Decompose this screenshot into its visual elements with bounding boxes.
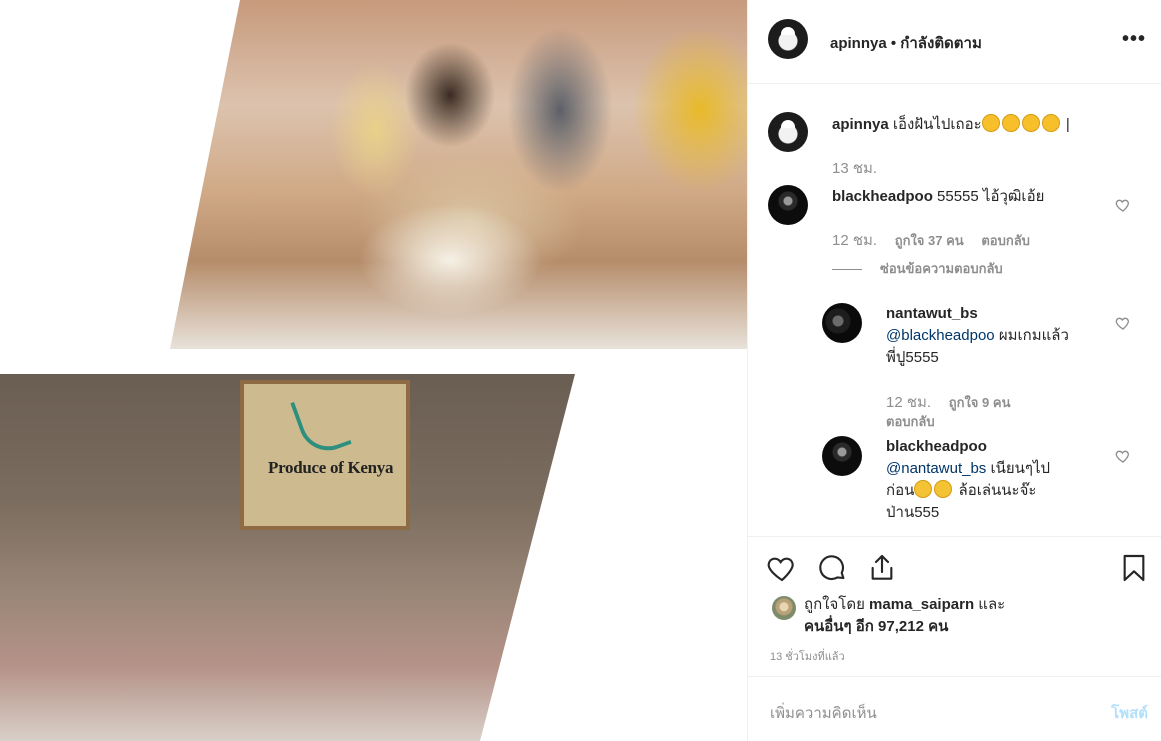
comment-username[interactable]: blackheadpoo xyxy=(832,188,933,205)
reply-body-line1: ผมเกมแล้ว xyxy=(998,327,1069,344)
share-icon[interactable] xyxy=(866,552,898,584)
post-header: apinnya • กำลังติดตาม ••• xyxy=(748,0,1161,84)
likes-and: และ xyxy=(978,596,1006,613)
author-line: apinnya • กำลังติดตาม xyxy=(830,31,982,55)
reply-avatar[interactable] xyxy=(822,436,862,476)
liker-username[interactable]: mama_saiparn xyxy=(869,596,974,613)
comment-like-heart-icon[interactable] xyxy=(1115,197,1131,213)
wedding-photo xyxy=(170,0,747,349)
rofl-emoji-icon xyxy=(1041,114,1060,132)
reply-time[interactable]: 12 ชม. xyxy=(886,394,931,411)
caption-time[interactable]: 13 ชม. xyxy=(832,156,877,180)
comments-list[interactable]: apinnya เอ็งฝันไปเถอะ | 13 ชม. blackhead… xyxy=(748,85,1161,535)
reply-username[interactable]: blackheadpoo xyxy=(886,436,1116,458)
likes-others[interactable]: คนอื่นๆ อีก 97,212 คน xyxy=(804,616,1005,638)
reply-reply-button[interactable]: ตอบกลับ xyxy=(886,411,935,432)
post-media[interactable]: Produce of Kenya xyxy=(0,0,747,741)
comment-time[interactable]: 12 ชม. xyxy=(832,232,877,249)
reply-body-line1: เนียนๆไป xyxy=(990,460,1051,477)
reply-reply-label[interactable]: ตอบกลับ xyxy=(886,414,935,429)
reply-like-heart-icon[interactable] xyxy=(1115,448,1131,464)
divider-line xyxy=(832,269,862,271)
post-button[interactable]: โพสต์ xyxy=(1111,701,1148,725)
hide-replies-label[interactable]: ซ่อนข้อความตอบกลับ xyxy=(880,261,1003,276)
reply-body-line2: พี่ปู5555 xyxy=(886,349,939,366)
likes-prefix: ถูกใจโดย xyxy=(804,596,865,613)
rofl-emoji-icon xyxy=(1001,114,1020,132)
comment-avatar[interactable] xyxy=(768,185,808,225)
reply-mention[interactable]: @nantawut_bs xyxy=(886,460,986,477)
caption-body: เอ็งฝันไปเถอะ xyxy=(892,116,982,133)
author-avatar[interactable] xyxy=(768,19,808,59)
rofl-emoji-icon xyxy=(981,114,1000,132)
comment-icon[interactable] xyxy=(816,552,848,584)
reply-body-prefix: ก่อน xyxy=(886,482,915,499)
comment-likes[interactable]: ถูกใจ 37 คน xyxy=(895,233,964,248)
comment-body: 55555 ไอ้วุฒิเอ้ย xyxy=(937,188,1045,205)
reply-body-suffix: ล้อเล่นนะจ๊ะ xyxy=(958,482,1037,499)
reply-body-line3: ป่าน555 xyxy=(886,504,940,521)
likes-summary: ถูกใจโดย mama_saiparn และ คนอื่นๆ อีก 97… xyxy=(804,594,1005,638)
map-label: Produce of Kenya xyxy=(268,458,394,477)
author-username[interactable]: apinnya xyxy=(830,35,887,52)
hide-replies-button[interactable]: ซ่อนข้อความตอบกลับ xyxy=(832,258,1003,279)
bookmark-icon[interactable] xyxy=(1118,552,1150,584)
reply-text: nantawut_bs @blackheadpoo ผมเกมแล้ว พี่ป… xyxy=(886,303,1116,369)
comment-meta: 12 ชม. ถูกใจ 37 คน ตอบกลับ xyxy=(832,228,1030,252)
reply-avatar[interactable] xyxy=(822,303,862,343)
caption-trailing: | xyxy=(1065,116,1070,133)
follow-state-button[interactable]: กำลังติดตาม xyxy=(900,35,982,52)
heart-icon[interactable] xyxy=(766,552,798,584)
comment-input[interactable]: เพิ่มความคิดเห็น xyxy=(770,701,877,725)
header-separator: • xyxy=(890,35,897,52)
grin-emoji-icon xyxy=(934,480,953,498)
kenya-map-frame: Produce of Kenya xyxy=(240,380,410,530)
post-time-ago[interactable]: 13 ชั่วโมงที่แล้ว xyxy=(770,647,845,665)
reply-username[interactable]: nantawut_bs xyxy=(886,303,1116,325)
reply-mention[interactable]: @blackheadpoo xyxy=(886,327,995,344)
rofl-emoji-icon xyxy=(1021,114,1040,132)
caption-text: apinnya เอ็งฝันไปเถอะ | xyxy=(832,114,1142,136)
add-comment-bar: เพิ่มความคิดเห็น โพสต์ xyxy=(748,676,1161,741)
grin-emoji-icon xyxy=(914,480,933,498)
comment-text: blackheadpoo 55555 ไอ้วุฒิเอ้ย xyxy=(832,186,1112,208)
reply-likes[interactable]: ถูกใจ 9 คน xyxy=(949,395,1011,410)
reply-like-heart-icon[interactable] xyxy=(1115,315,1131,331)
comment-reply-button[interactable]: ตอบกลับ xyxy=(981,233,1030,248)
caption-username[interactable]: apinnya xyxy=(832,116,889,133)
post-side-panel: apinnya • กำลังติดตาม ••• apinnya เอ็งฝั… xyxy=(747,0,1161,741)
caption-avatar[interactable] xyxy=(768,112,808,152)
reply-text: blackheadpoo @nantawut_bs เนียนๆไป ก่อน … xyxy=(886,436,1116,524)
liker-avatar[interactable] xyxy=(772,596,796,620)
more-icon[interactable]: ••• xyxy=(1122,28,1146,51)
